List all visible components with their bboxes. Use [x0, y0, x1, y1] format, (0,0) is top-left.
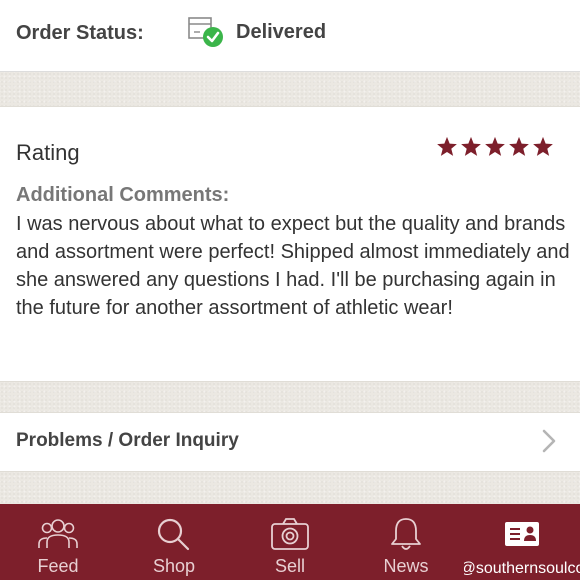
tab-account[interactable]: @southernsoulco [464, 504, 580, 580]
tab-sell[interactable]: Sell [232, 504, 348, 580]
id-card-icon [505, 522, 539, 546]
order-status-label: Order Status: [16, 22, 144, 44]
comments-label: Additional Comments: [16, 184, 230, 206]
comments-text: I was nervous about what to expect but t… [16, 213, 570, 319]
problems-order-inquiry-label[interactable]: Problems / Order Inquiry [16, 430, 239, 452]
star-icon [437, 136, 457, 156]
star-icon [509, 136, 529, 156]
chevron-right-icon[interactable] [540, 428, 558, 454]
tab-label: Shop [152, 556, 196, 576]
tab-label: Sell [274, 556, 305, 576]
people-icon [38, 519, 78, 548]
order-status-value: Delivered [236, 21, 327, 43]
delivered-box-check-icon [188, 17, 223, 47]
section-divider [0, 72, 580, 106]
tab-label: News [383, 556, 429, 576]
tab-label: Feed [37, 556, 79, 576]
section-divider [0, 382, 580, 412]
tab-shop[interactable]: Shop [116, 504, 232, 580]
bell-icon [391, 518, 421, 550]
tab-label: @southernsoulco [464, 560, 580, 577]
tab-feed[interactable]: Feed [0, 504, 116, 580]
rating-label: Rating [16, 140, 80, 165]
section-divider [0, 472, 580, 504]
star-icon [533, 136, 553, 156]
star-icon [461, 136, 481, 156]
bottom-tab-bar: Feed Shop Sell News @southernsoulco [0, 504, 580, 580]
star-rating [436, 136, 554, 157]
star-icon [485, 136, 505, 156]
camera-icon [271, 518, 309, 550]
tab-news[interactable]: News [348, 504, 464, 580]
search-icon [157, 518, 190, 551]
